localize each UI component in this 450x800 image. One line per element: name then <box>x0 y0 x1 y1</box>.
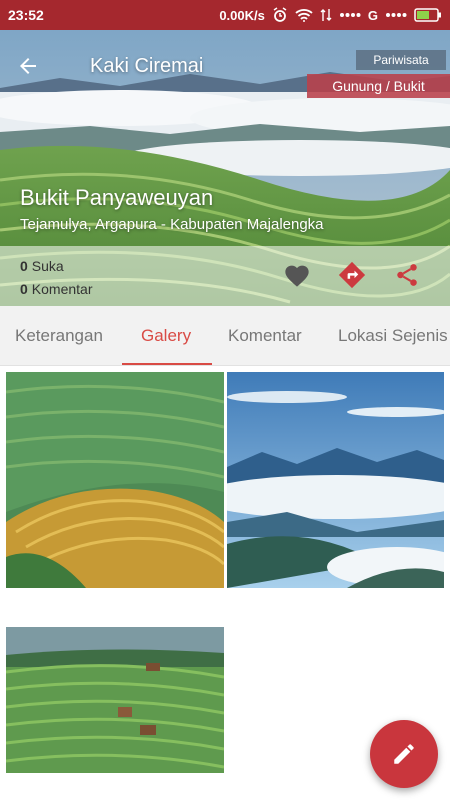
terraced-hills-photo <box>6 372 224 588</box>
battery-icon <box>414 8 442 22</box>
status-icons: 0.00K/s G <box>219 7 442 23</box>
back-button[interactable] <box>0 42 56 90</box>
gallery-photo-green-terraces[interactable] <box>6 627 224 773</box>
tab-bar: Keterangan Galery Komentar Lokasi Sejeni… <box>0 306 450 366</box>
like-button[interactable] <box>280 258 314 292</box>
status-bar: 23:52 0.00K/s G <box>0 0 450 30</box>
comments-label: Komentar <box>31 281 93 297</box>
gallery-photo-sea-of-clouds[interactable] <box>227 372 444 588</box>
write-comment-fab[interactable] <box>370 720 438 788</box>
signal-dots-icon-2 <box>385 11 407 19</box>
network-speed: 0.00K/s <box>219 7 265 23</box>
subcategory-badge: Gunung / Bukit <box>307 74 450 98</box>
signal-dots-icon <box>339 11 361 19</box>
share-button[interactable] <box>390 258 424 292</box>
tab-galery[interactable]: Galery <box>141 306 191 365</box>
status-time: 23:52 <box>8 7 44 23</box>
directions-icon <box>338 261 366 289</box>
likes-label: Suka <box>31 258 64 274</box>
toolbar-title: Kaki Ciremai <box>90 54 204 77</box>
tab-keterangan[interactable]: Keterangan <box>15 306 103 365</box>
comments-stat: 0 Komentar <box>20 281 93 297</box>
wifi-icon <box>295 8 313 22</box>
share-icon <box>397 264 417 286</box>
likes-count: 0 <box>20 258 28 274</box>
data-transfer-icon <box>320 8 332 22</box>
pencil-icon <box>394 744 414 764</box>
arrow-back-icon <box>20 58 36 74</box>
gallery-grid <box>0 366 450 800</box>
place-address: Tejamulya, Argapura - Kabupaten Majaleng… <box>20 216 324 233</box>
stats-panel: 0 Suka 0 Komentar <box>0 246 450 306</box>
heart-icon <box>285 265 309 287</box>
gallery-photo-terraced-hills[interactable] <box>6 372 224 588</box>
category-badge: Pariwisata <box>356 50 446 70</box>
carrier-label: G <box>367 7 378 23</box>
tab-komentar[interactable]: Komentar <box>228 306 302 365</box>
likes-stat: 0 Suka <box>20 258 64 274</box>
place-name: Bukit Panyaweuyan <box>20 185 214 210</box>
tab-lokasi-sejenis[interactable]: Lokasi Sejenis <box>338 306 448 365</box>
directions-button[interactable] <box>335 258 369 292</box>
alarm-icon <box>272 7 288 23</box>
green-terraces-photo <box>6 627 224 773</box>
comments-count: 0 <box>20 281 28 297</box>
place-hero: Kaki Ciremai Pariwisata Gunung / Bukit B… <box>0 30 450 306</box>
sea-of-clouds-photo <box>227 372 444 588</box>
